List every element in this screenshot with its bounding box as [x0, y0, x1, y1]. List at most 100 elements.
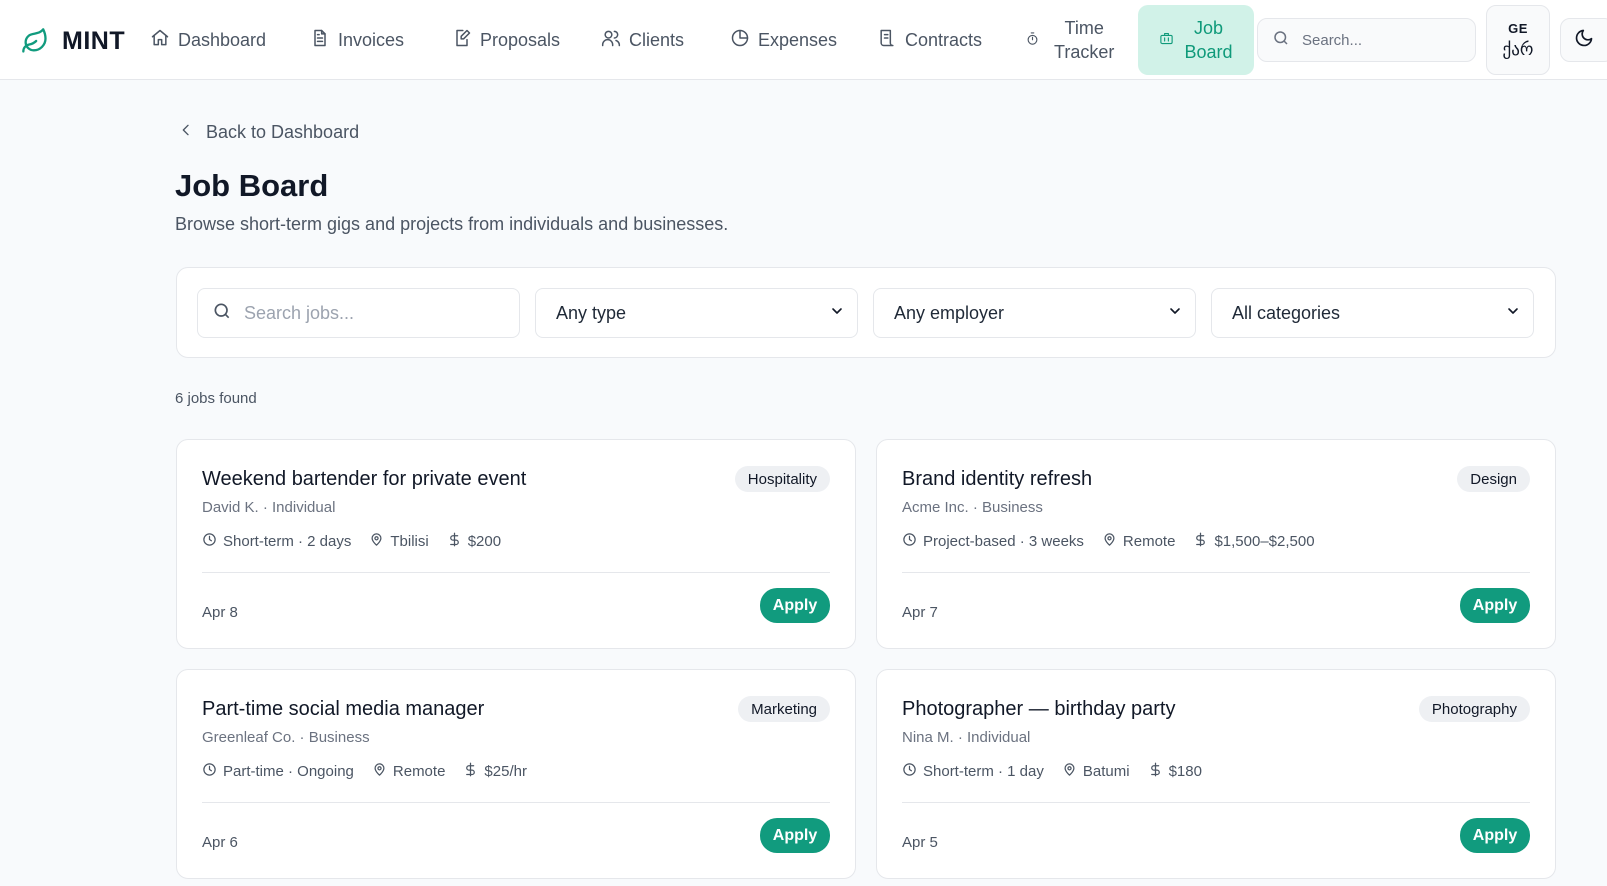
map-pin-icon: [369, 532, 384, 551]
briefcase-icon: [1159, 30, 1174, 51]
search-icon: [1272, 29, 1290, 52]
job-duration-label: Short-term · 2 days: [223, 533, 352, 550]
job-pay: $25/hr: [463, 762, 527, 781]
job-pay-label: $180: [1168, 763, 1202, 780]
map-pin-icon: [1102, 532, 1117, 551]
top-navbar: MINT Dashboard Invoices Proposals Client…: [0, 0, 1607, 80]
language-code: GE: [1508, 20, 1528, 36]
job-location-label: Batumi: [1082, 763, 1130, 780]
category-badge: Marketing: [738, 696, 830, 722]
nav-item-dashboard[interactable]: Dashboard: [150, 0, 266, 80]
job-duration: Short-term · 1 day: [902, 762, 1044, 781]
nav-item-clients[interactable]: Clients: [601, 0, 684, 80]
language-native-label: ქარ: [1502, 39, 1534, 60]
page-subtitle: Browse short-term gigs and projects from…: [175, 214, 729, 234]
nav-item-time-tracker[interactable]: Time Tracker: [1025, 0, 1114, 80]
language-switcher[interactable]: GE ქარ: [1486, 5, 1550, 75]
category-badge: Design: [1457, 466, 1530, 492]
job-meta: Short-term · 1 day Batumi $180: [902, 762, 1220, 781]
type-select-value: Any type: [556, 302, 627, 323]
employer-select[interactable]: Any employer: [873, 288, 1196, 338]
job-pay: $200: [447, 532, 501, 551]
job-card[interactable]: Photographer — birthday party Photograph…: [876, 669, 1556, 879]
job-card[interactable]: Brand identity refresh Design Acme Inc. …: [876, 439, 1556, 649]
job-location: Tbilisi: [369, 532, 429, 551]
nav-label-job: Job: [1193, 18, 1223, 38]
job-date: Apr 5: [902, 834, 938, 851]
chevron-left-icon: [178, 122, 194, 143]
clock-icon: [202, 762, 217, 781]
category-select-value: All categories: [1232, 302, 1341, 323]
dollar-icon: [1193, 532, 1208, 551]
job-title: Brand identity refresh: [902, 468, 1093, 490]
nav-label-time: Time: [1064, 18, 1104, 38]
back-to-dashboard-link[interactable]: Back to Dashboard: [178, 122, 359, 143]
job-pay-label: $200: [467, 533, 502, 550]
job-duration: Short-term · 2 days: [202, 532, 351, 551]
job-duration-label: Part-time · Ongoing: [223, 763, 354, 780]
job-employer: Acme Inc. · Business: [902, 499, 1043, 516]
global-search-input[interactable]: [1302, 31, 1452, 49]
nav-item-proposals[interactable]: Proposals: [452, 0, 560, 80]
card-divider: [202, 802, 830, 803]
back-link-label: Back to Dashboard: [206, 122, 360, 142]
job-date: Apr 6: [202, 834, 238, 851]
page-title: Job Board: [175, 168, 329, 203]
pie-chart-icon: [730, 28, 750, 53]
job-pay-label: $1,500–$2,500: [1214, 533, 1315, 550]
job-title: Photographer — birthday party: [902, 698, 1176, 720]
nav-item-invoices[interactable]: Invoices: [310, 0, 404, 80]
dollar-icon: [447, 532, 462, 551]
users-icon: [601, 28, 621, 53]
clock-icon: [202, 532, 217, 551]
job-location: Batumi: [1062, 762, 1130, 781]
apply-button[interactable]: Apply: [760, 588, 830, 623]
job-search-input[interactable]: [244, 302, 504, 324]
edit-document-icon: [452, 28, 472, 53]
card-divider: [902, 802, 1530, 803]
nav-item-job-board[interactable]: Job Board: [1138, 5, 1254, 75]
results-count: 6 jobs found: [175, 390, 257, 407]
job-duration-label: Project-based · 3 weeks: [923, 533, 1084, 550]
apply-button[interactable]: Apply: [1460, 588, 1530, 623]
job-location-label: Tbilisi: [390, 533, 429, 550]
home-icon: [150, 28, 170, 53]
chevron-down-icon: [1167, 303, 1183, 324]
job-title: Part-time social media manager: [202, 698, 485, 720]
nav-item-expenses[interactable]: Expenses: [730, 0, 837, 80]
apply-button[interactable]: Apply: [1460, 818, 1530, 853]
document-icon: [310, 28, 330, 53]
job-card[interactable]: Part-time social media manager Marketing…: [176, 669, 856, 879]
job-employer: David K. · Individual: [202, 499, 336, 516]
job-meta: Short-term · 2 days Tbilisi $200: [202, 532, 519, 551]
moon-icon: [1574, 28, 1594, 53]
employer-select-value: Any employer: [894, 302, 1005, 323]
card-divider: [902, 572, 1530, 573]
dollar-icon: [1148, 762, 1163, 781]
nav-label-contracts: Contracts: [905, 29, 983, 50]
category-badge: Hospitality: [734, 466, 830, 492]
job-duration-label: Short-term · 1 day: [923, 763, 1044, 780]
job-employer: Greenleaf Co. · Business: [202, 729, 370, 746]
job-pay-label: $25/hr: [484, 763, 527, 780]
type-select[interactable]: Any type: [535, 288, 858, 338]
job-employer: Nina M. · Individual: [902, 729, 1031, 746]
theme-toggle-button[interactable]: [1560, 18, 1607, 62]
job-pay: $180: [1148, 762, 1202, 781]
card-divider: [202, 572, 830, 573]
job-meta: Part-time · Ongoing Remote $25/hr: [202, 762, 545, 781]
job-search: [197, 288, 520, 338]
leaf-icon: [20, 26, 50, 56]
search-icon: [212, 301, 232, 326]
nav-label-tracker: Tracker: [1054, 42, 1115, 62]
brand[interactable]: MINT: [20, 24, 125, 58]
apply-button[interactable]: Apply: [760, 818, 830, 853]
job-location-label: Remote: [392, 763, 446, 780]
map-pin-icon: [372, 762, 387, 781]
timer-icon: [1025, 30, 1040, 51]
nav-label-expenses: Expenses: [758, 29, 838, 50]
category-select[interactable]: All categories: [1211, 288, 1534, 338]
nav-item-contracts[interactable]: Contracts: [877, 0, 982, 80]
nav-label-proposals: Proposals: [480, 29, 561, 50]
job-card[interactable]: Weekend bartender for private event Hosp…: [176, 439, 856, 649]
